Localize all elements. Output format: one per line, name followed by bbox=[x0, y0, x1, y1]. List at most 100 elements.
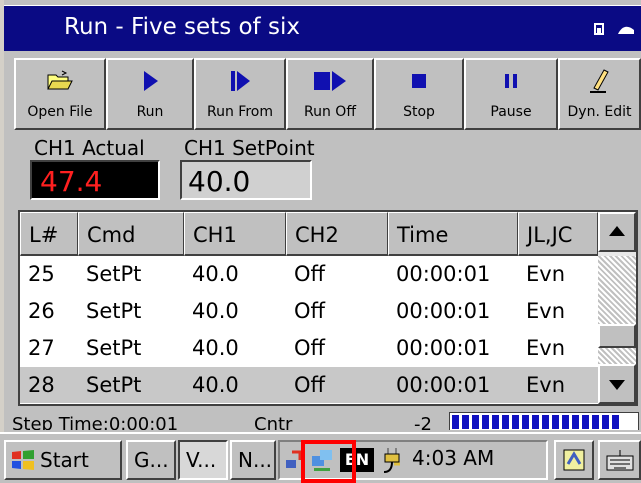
table-row[interactable]: 27 SetPt 40.0 Off 00:00:01 Evn bbox=[20, 330, 598, 366]
progress-segment bbox=[592, 415, 599, 429]
start-label: Start bbox=[40, 448, 89, 472]
task-button-n[interactable]: N... bbox=[230, 440, 276, 480]
stop-icon bbox=[412, 74, 426, 88]
table-cell: SetPt bbox=[86, 262, 142, 286]
progress-segment bbox=[512, 415, 519, 429]
progress-segment bbox=[482, 415, 489, 429]
table-cell: 26 bbox=[28, 299, 55, 323]
table-cell: 00:00:01 bbox=[396, 262, 491, 286]
progress-segment bbox=[572, 415, 579, 429]
run-button[interactable]: Run bbox=[106, 58, 194, 130]
setpoint-value: 40.0 bbox=[180, 160, 312, 200]
task-button-g[interactable]: G... bbox=[126, 440, 176, 480]
table-cell: Off bbox=[294, 299, 325, 323]
arrow-up-icon bbox=[609, 226, 625, 236]
table-cell: Evn bbox=[526, 336, 566, 360]
pause-button[interactable]: Pause bbox=[464, 58, 558, 130]
windows-logo-icon bbox=[12, 450, 34, 470]
run-off-label: Run Off bbox=[304, 104, 356, 120]
progress-segment bbox=[612, 415, 619, 429]
actual-value: 47.4 bbox=[30, 160, 160, 200]
power-plug-icon[interactable] bbox=[380, 446, 406, 476]
step-time: Step Time:0:00:01 bbox=[12, 414, 179, 430]
stop-label: Stop bbox=[403, 104, 435, 120]
pencil-icon bbox=[589, 69, 609, 93]
progress-segment bbox=[602, 415, 609, 429]
keyboard-icon bbox=[606, 450, 634, 471]
task-label: N... bbox=[238, 448, 273, 472]
progress-segment bbox=[552, 415, 559, 429]
table-cell: 40.0 bbox=[192, 336, 239, 360]
table-cell: Evn bbox=[526, 373, 566, 397]
run-from-button[interactable]: Run From bbox=[194, 58, 286, 130]
program-grid[interactable]: L# Cmd CH1 CH2 Time JL,JC 25 SetPt 40.0 Off… bbox=[18, 210, 638, 406]
actual-label: CH1 Actual bbox=[34, 136, 145, 160]
open-folder-icon bbox=[47, 70, 73, 90]
table-cell: 00:00:01 bbox=[396, 336, 491, 360]
progress-segment bbox=[492, 415, 499, 429]
table-cell: 40.0 bbox=[192, 262, 239, 286]
table-row[interactable]: 28 SetPt 40.0 Off 00:00:01 Evn bbox=[20, 367, 598, 403]
col-ch2-header[interactable]: CH2 bbox=[286, 212, 388, 256]
title-bar: Run - Five sets of six bbox=[4, 5, 641, 51]
keyboard-button[interactable] bbox=[598, 440, 641, 480]
table-cell: 40.0 bbox=[192, 373, 239, 397]
col-time-header[interactable]: Time bbox=[388, 212, 518, 256]
table-cell: Evn bbox=[526, 299, 566, 323]
table-cell: Evn bbox=[518, 404, 598, 406]
progress-segment bbox=[562, 415, 569, 429]
open-file-button[interactable]: Open File bbox=[14, 58, 106, 130]
desktop-icon bbox=[563, 449, 585, 471]
progress-segment bbox=[582, 415, 589, 429]
desktop-button[interactable] bbox=[554, 440, 594, 480]
col-jljc-header[interactable]: JL,JC bbox=[518, 212, 598, 256]
table-cell: Off bbox=[294, 336, 325, 360]
task-button-v[interactable]: V... bbox=[178, 440, 228, 480]
highlight-box bbox=[301, 440, 356, 483]
table-cell: 40.0 bbox=[184, 404, 286, 406]
play-icon bbox=[144, 71, 158, 91]
counter-value: -2 bbox=[414, 414, 432, 430]
table-cell: 00:00:01 bbox=[388, 404, 518, 406]
run-from-icon bbox=[231, 71, 250, 91]
table-cell: Off bbox=[294, 373, 325, 397]
grid-header: L# Cmd CH1 CH2 Time JL,JC bbox=[20, 212, 598, 256]
pause-icon bbox=[505, 74, 517, 88]
progress-bar bbox=[449, 412, 639, 430]
window-title: Run - Five sets of six bbox=[64, 14, 300, 40]
table-row[interactable]: 25 SetPt 40.0 Off 00:00:01 Evn bbox=[20, 256, 598, 292]
scroll-down-button[interactable] bbox=[598, 364, 636, 404]
progress-segment bbox=[462, 415, 469, 429]
start-button[interactable]: Start bbox=[4, 440, 122, 480]
table-cell: 00:00:01 bbox=[396, 373, 491, 397]
table-cell: 40.0 bbox=[192, 299, 239, 323]
table-cell: SetPt bbox=[86, 299, 142, 323]
pause-label: Pause bbox=[490, 104, 532, 120]
progress-segment bbox=[522, 415, 529, 429]
run-off-icon bbox=[314, 71, 346, 91]
table-cell: 00:00:01 bbox=[396, 299, 491, 323]
stop-button[interactable]: Stop bbox=[374, 58, 464, 130]
scroll-thumb[interactable] bbox=[598, 324, 636, 348]
table-cell: 27 bbox=[28, 336, 55, 360]
table-cell: Off bbox=[294, 262, 325, 286]
progress-segment bbox=[472, 415, 479, 429]
counter-label: Cntr bbox=[254, 414, 293, 430]
vertical-scrollbar[interactable] bbox=[598, 212, 636, 404]
table-cell: SetPt bbox=[86, 373, 142, 397]
table-cell: Off bbox=[286, 404, 388, 406]
setpoint-label: CH1 SetPoint bbox=[184, 136, 315, 160]
scroll-up-button[interactable] bbox=[598, 212, 636, 252]
col-ch1-header[interactable]: CH1 bbox=[184, 212, 286, 256]
run-off-button[interactable]: Run Off bbox=[286, 58, 374, 130]
dyn-edit-label: Dyn. Edit bbox=[567, 104, 632, 120]
clock[interactable]: 4:03 AM bbox=[412, 446, 494, 470]
col-cmd-header[interactable]: Cmd bbox=[78, 212, 184, 256]
table-row[interactable]: 29SetPt40.0Off00:00:01Evn bbox=[20, 404, 598, 406]
table-cell: 29 bbox=[20, 404, 78, 406]
table-row[interactable]: 26 SetPt 40.0 Off 00:00:01 Evn bbox=[20, 293, 598, 329]
col-line-header[interactable]: L# bbox=[20, 212, 78, 256]
battery-icon bbox=[594, 23, 604, 35]
dyn-edit-button[interactable]: Dyn. Edit bbox=[558, 58, 641, 130]
arrow-down-icon bbox=[609, 380, 625, 390]
